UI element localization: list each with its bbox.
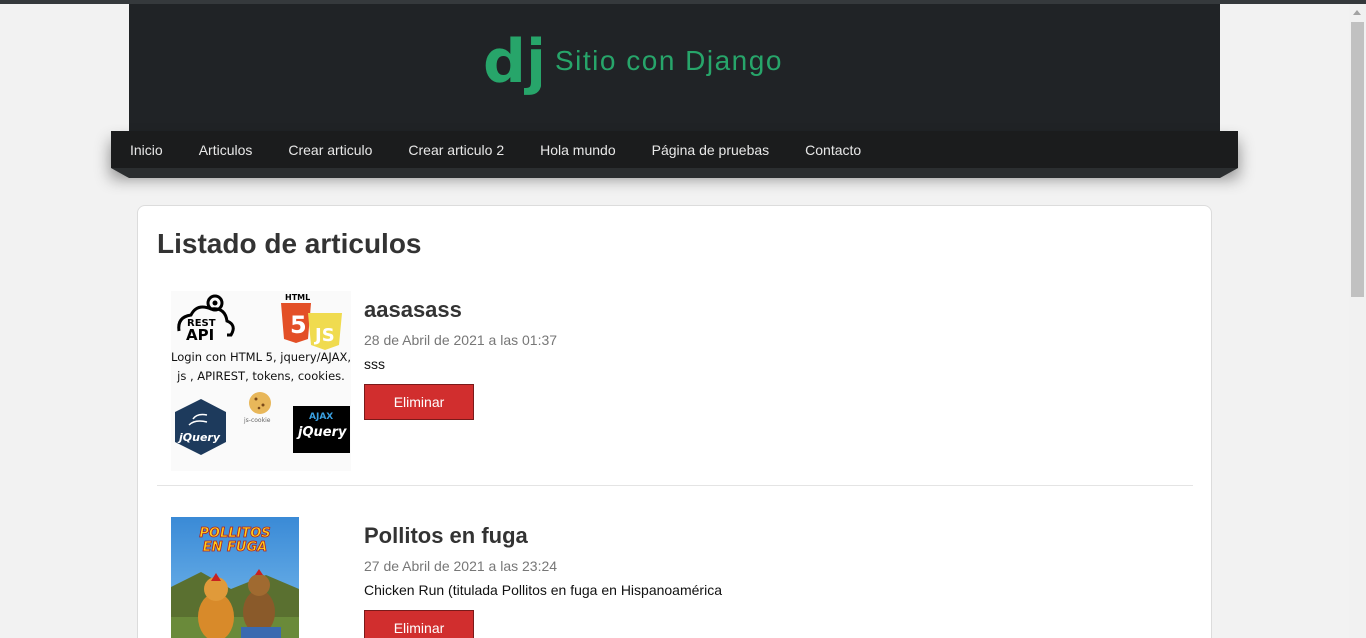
scroll-up-arrow-icon[interactable] (1353, 10, 1361, 15)
html5-icon: HTML 5 (281, 293, 311, 343)
article-image: POLLITOS EN FUGA (171, 517, 299, 638)
svg-text:dj: dj (483, 32, 541, 97)
delete-article-button[interactable]: Eliminar (364, 610, 474, 638)
ajax-jquery-icon: AJAX jQuery (293, 406, 350, 453)
article-title[interactable]: Pollitos en fuga (364, 523, 528, 549)
article-body: Chicken Run (titulada Pollitos en fuga e… (364, 582, 722, 598)
svg-text:JS: JS (313, 325, 335, 346)
nav-item-hola-mundo[interactable]: Hola mundo (540, 142, 616, 158)
svg-text:EN FUGA: EN FUGA (203, 540, 267, 555)
nav-item-crear-articulo-2[interactable]: Crear articulo 2 (408, 142, 504, 158)
svg-text:HTML: HTML (285, 293, 310, 302)
svg-text:POLLITOS: POLLITOS (199, 526, 270, 541)
svg-text:5: 5 (290, 311, 307, 339)
svg-text:js-cookie: js-cookie (243, 417, 271, 424)
nav-item-contacto[interactable]: Contacto (805, 142, 861, 158)
article-title[interactable]: aasasass (364, 297, 462, 323)
article-date: 27 de Abril de 2021 a las 23:24 (364, 558, 558, 574)
article-item: REST API HTML 5 JS Login con HTML 5, jqu… (157, 291, 1193, 486)
main-nav: Inicio Articulos Crear articulo Crear ar… (111, 131, 1238, 168)
article-image: REST API HTML 5 JS Login con HTML 5, jqu… (171, 291, 351, 471)
article-date: 28 de Abril de 2021 a las 01:37 (364, 332, 558, 348)
page-title: Listado de articulos (157, 228, 422, 259)
scrollbar-thumb[interactable] (1351, 22, 1364, 297)
nav-item-crear-articulo[interactable]: Crear articulo (288, 142, 372, 158)
svg-text:API: API (186, 326, 214, 344)
svg-text:jQuery: jQuery (177, 431, 221, 444)
movie-poster-graphic: POLLITOS EN FUGA (171, 517, 299, 638)
site-title[interactable]: Sitio con Django (555, 45, 783, 77)
js-icon: JS (308, 313, 342, 350)
nav-item-articulos[interactable]: Articulos (199, 142, 253, 158)
nav-item-inicio[interactable]: Inicio (130, 142, 163, 158)
svg-text:AJAX: AJAX (309, 412, 333, 422)
delete-article-button[interactable]: Eliminar (364, 384, 474, 420)
article-image-graphic: REST API HTML 5 JS Login con HTML 5, jqu… (171, 291, 351, 471)
site-header: dj Sitio con Django (129, 4, 1220, 132)
nav-ribbon-fold (111, 168, 1238, 178)
svg-text:js , APIREST, tokens, cookies.: js , APIREST, tokens, cookies. (176, 369, 345, 383)
svg-text:Login con HTML 5, jquery/AJAX,: Login con HTML 5, jquery/AJAX, (171, 350, 351, 364)
articles-card: Listado de articulos REST API HTML 5 JS … (137, 205, 1212, 638)
nav-item-pagina-de-pruebas[interactable]: Página de pruebas (652, 142, 770, 158)
svg-text:jQuery: jQuery (296, 425, 347, 440)
django-logo-icon[interactable]: dj (483, 32, 541, 102)
article-body: sss (364, 356, 385, 372)
article-item: POLLITOS EN FUGA Pollitos en fuga 27 de … (157, 517, 1193, 638)
page-scrollbar[interactable] (1349, 4, 1366, 638)
